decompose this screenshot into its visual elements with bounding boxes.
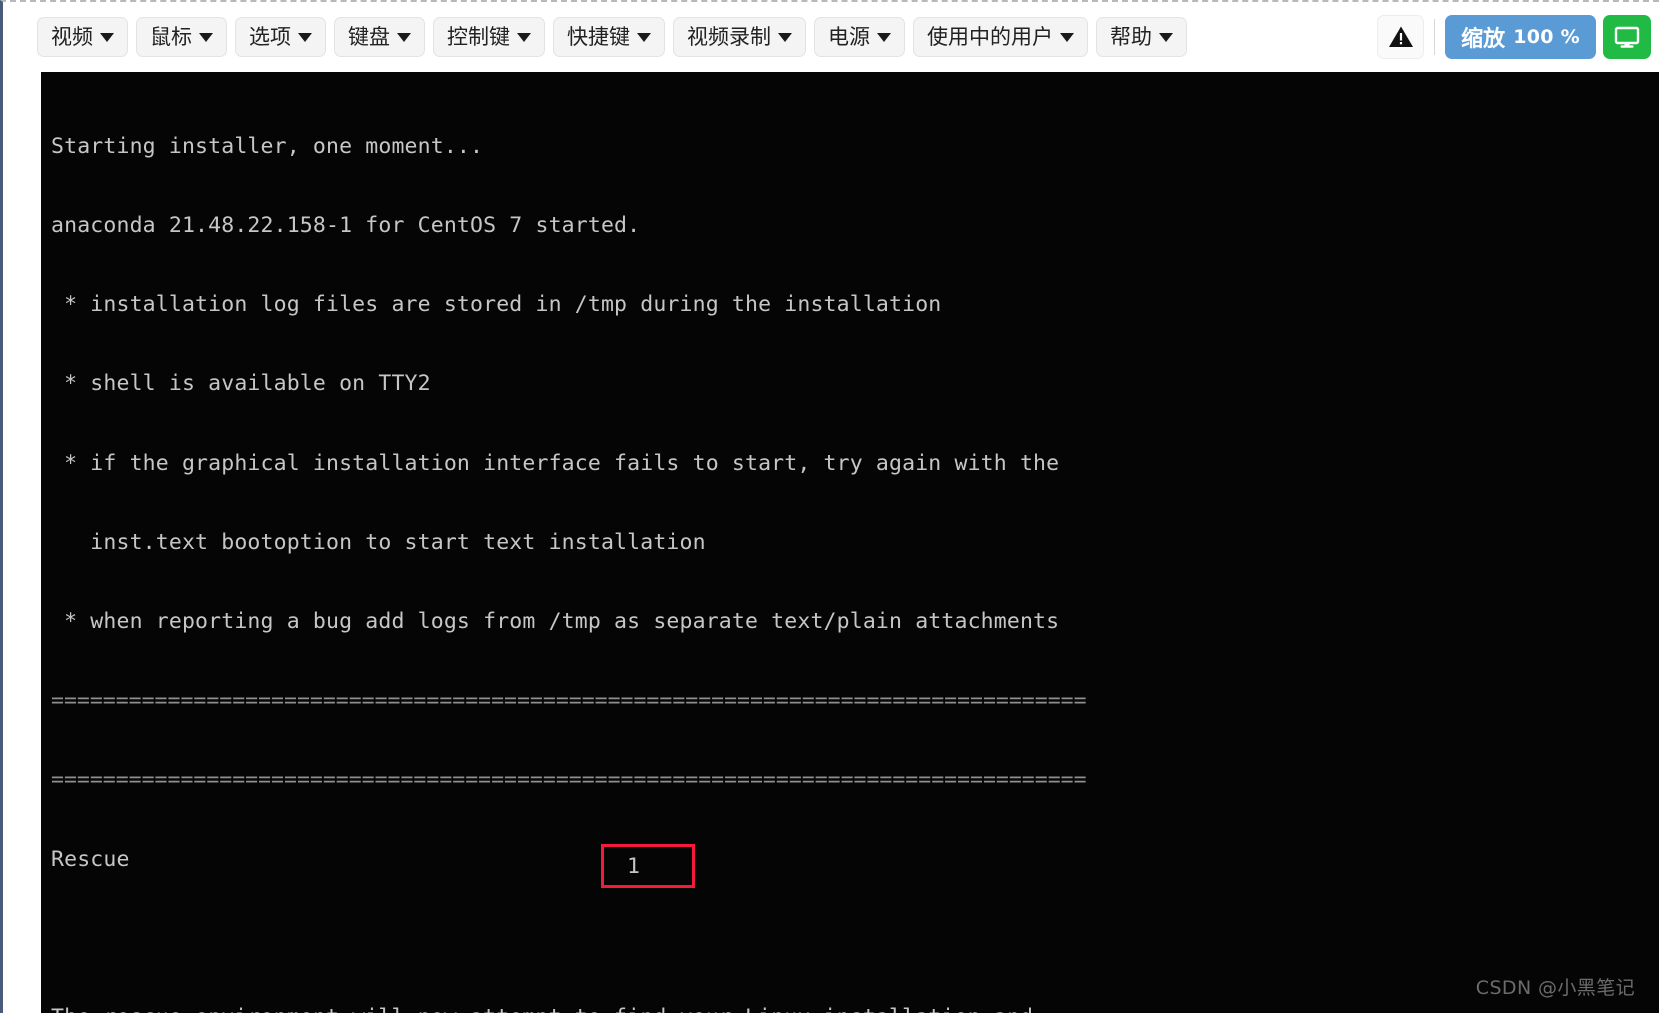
terminal-output[interactable]: Starting installer, one moment... anacon… — [41, 72, 1659, 1013]
menu-active-users[interactable]: 使用中的用户 — [913, 17, 1088, 57]
console-toolbar: 视频 鼠标 选项 键盘 控制键 快捷键 视频录制 电源 使用中的用户 帮助 缩放… — [3, 2, 1659, 72]
menu-control-keys-label: 控制键 — [447, 24, 510, 49]
menu-help-label: 帮助 — [1110, 24, 1152, 49]
terminal-separator: ========================================… — [51, 688, 1087, 714]
chevron-down-icon — [517, 32, 531, 42]
terminal-separator: ========================================… — [51, 767, 1087, 793]
toolbar-divider — [1434, 19, 1436, 55]
terminal-heading-rescue: Rescue — [51, 846, 130, 872]
terminal-line: * when reporting a bug add logs from /tm… — [51, 609, 1060, 635]
menu-active-users-label: 使用中的用户 — [927, 24, 1053, 49]
menu-mouse[interactable]: 鼠标 — [136, 17, 227, 57]
menu-shortcuts-label: 快捷键 — [567, 24, 630, 49]
menu-options-label: 选项 — [249, 24, 291, 49]
terminal-panel: Starting installer, one moment... anacon… — [3, 72, 1659, 1013]
chevron-down-icon — [637, 32, 651, 42]
chevron-down-icon — [778, 32, 792, 42]
chevron-down-icon — [199, 32, 213, 42]
menu-help[interactable]: 帮助 — [1096, 17, 1187, 57]
zoom-label: 缩放 — [1461, 27, 1506, 52]
watermark: CSDN @小黑笔记 — [1475, 976, 1635, 999]
chevron-down-icon — [100, 32, 114, 42]
terminal-line: * installation log files are stored in /… — [51, 292, 942, 318]
menu-video-label: 视频 — [51, 24, 93, 49]
terminal-line: Starting installer, one moment... — [51, 133, 484, 159]
zoom-button[interactable]: 缩放 100 % — [1445, 15, 1596, 59]
chevron-down-icon — [397, 32, 411, 42]
chevron-down-icon — [877, 32, 891, 42]
menu-shortcuts[interactable]: 快捷键 — [553, 17, 665, 57]
menu-power-label: 电源 — [828, 24, 870, 49]
fullscreen-button[interactable] — [1603, 15, 1651, 59]
monitor-icon — [1614, 26, 1640, 48]
terminal-line: inst.text bootoption to start text insta… — [51, 529, 706, 555]
menu-keyboard[interactable]: 键盘 — [334, 17, 425, 57]
terminal-line: * if the graphical installation interfac… — [51, 450, 1060, 476]
menu-control-keys[interactable]: 控制键 — [433, 17, 545, 57]
chevron-down-icon — [298, 32, 312, 42]
selection-input-value[interactable]: 1 — [627, 856, 640, 878]
menu-options[interactable]: 选项 — [235, 17, 326, 57]
kvm-console-window: 视频 鼠标 选项 键盘 控制键 快捷键 视频录制 电源 使用中的用户 帮助 缩放… — [0, 0, 1659, 1013]
chevron-down-icon — [1060, 32, 1074, 42]
menu-power[interactable]: 电源 — [814, 17, 905, 57]
warning-triangle-icon — [1388, 26, 1413, 47]
terminal-line: * shell is available on TTY2 — [51, 371, 431, 397]
menu-video-record-label: 视频录制 — [687, 24, 771, 49]
menu-video-record[interactable]: 视频录制 — [673, 17, 806, 57]
terminal-line: The rescue environment will now attempt … — [51, 1005, 1659, 1013]
menu-keyboard-label: 键盘 — [348, 24, 390, 49]
chevron-down-icon — [1159, 32, 1173, 42]
zoom-value: 100 % — [1513, 26, 1580, 48]
menu-mouse-label: 鼠标 — [150, 24, 192, 49]
warning-button[interactable] — [1377, 15, 1425, 59]
terminal-line: anaconda 21.48.22.158-1 for CentOS 7 sta… — [51, 213, 641, 239]
menu-video[interactable]: 视频 — [37, 17, 128, 57]
